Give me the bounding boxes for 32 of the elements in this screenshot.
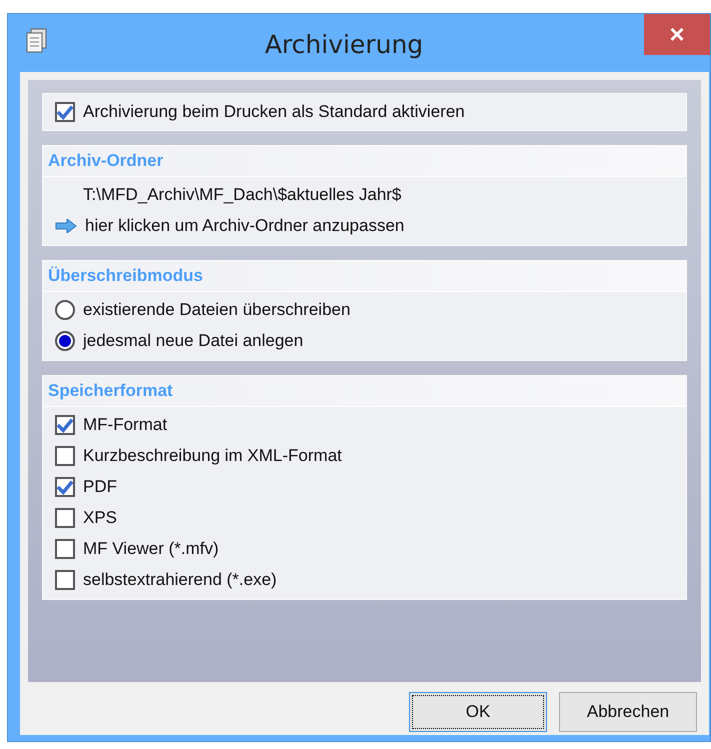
checkbox-label: XPS: [83, 508, 118, 528]
section-heading: Überschreibmodus: [43, 261, 686, 292]
check-icon: [57, 478, 73, 494]
checkbox-label: selbstextrahierend (*.exe): [83, 570, 277, 590]
checkbox-label: Archivierung beim Drucken als Standard aktivieren: [83, 102, 465, 122]
radio-label: jedesmal neue Datei anlegen: [83, 330, 304, 350]
checkbox[interactable]: [55, 508, 75, 528]
change-folder-link[interactable]: hier klicken um Archiv-Ordner anzupassen: [85, 216, 404, 236]
folder-path: T:\MFD_Archiv\MF_Dach\$aktuelles Jahr$: [83, 184, 402, 204]
radio-button[interactable]: [55, 330, 75, 350]
arrow-right-icon: [55, 218, 77, 232]
checkbox[interactable]: [55, 476, 75, 496]
checkbox[interactable]: [55, 102, 75, 122]
checkbox-label: Kurzbeschreibung im XML-Format: [83, 446, 342, 466]
close-button[interactable]: ×: [644, 14, 710, 55]
check-icon: [57, 416, 73, 432]
checkbox-label: MF-Format: [83, 414, 168, 434]
cancel-button[interactable]: Abbrechen: [559, 692, 697, 732]
window-title: Archivierung: [264, 30, 424, 59]
radio-button[interactable]: [55, 300, 75, 320]
checkbox[interactable]: [55, 414, 75, 434]
section-heading: Archiv-Ordner: [43, 146, 686, 177]
checkbox[interactable]: [55, 538, 75, 558]
ok-button[interactable]: OK: [409, 692, 547, 732]
checkbox-label: MF Viewer (*.mfv): [83, 538, 219, 558]
section-heading: Speicherformat: [43, 376, 686, 407]
check-icon: [57, 104, 73, 120]
checkbox-label: PDF: [83, 476, 117, 496]
document-icon: [26, 28, 48, 54]
radio-label: existierende Dateien überschreiben: [83, 300, 350, 320]
checkbox[interactable]: [55, 446, 75, 466]
checkbox[interactable]: [55, 570, 75, 590]
